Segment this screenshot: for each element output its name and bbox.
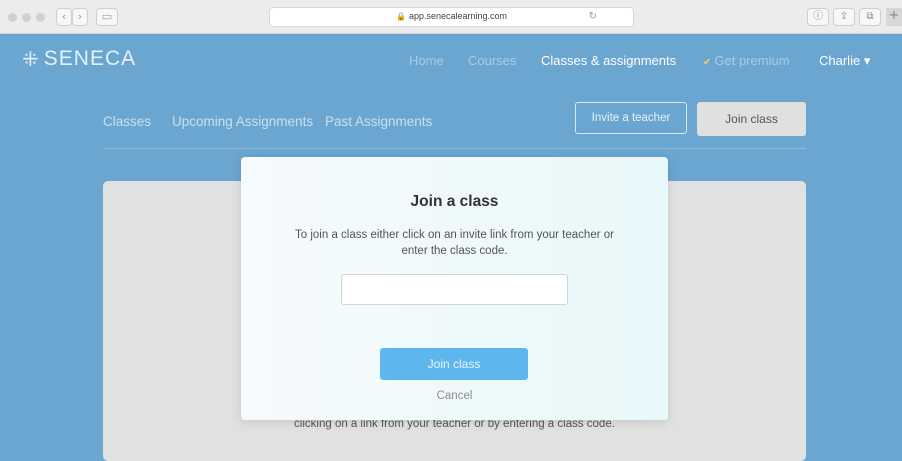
url-label: app.senecalearning.com: [408, 11, 508, 21]
seneca-logo[interactable]: ⁜ SENECA: [22, 47, 136, 72]
tabs-icon[interactable]: ⧉: [859, 8, 881, 26]
share-icon[interactable]: ⇪: [833, 8, 855, 26]
class-code-input[interactable]: [341, 274, 568, 305]
modal-join-class-button[interactable]: Join class: [380, 348, 528, 380]
zoom-window-button[interactable]: [36, 13, 45, 22]
subnav-divider: [103, 148, 806, 149]
nav-home[interactable]: Home: [409, 53, 444, 68]
modal-cancel-link[interactable]: Cancel: [241, 390, 668, 402]
modal-title: Join a class: [410, 193, 499, 210]
invite-teacher-button[interactable]: Invite a teacher: [575, 102, 687, 134]
tab-past-assignments[interactable]: Past Assignments: [325, 114, 432, 129]
logo-text: SENECA: [43, 47, 137, 70]
nav-classes-assignments[interactable]: Classes & assignments: [541, 53, 676, 68]
join-class-modal: Join a class To join a class either clic…: [241, 157, 668, 420]
info-icon[interactable]: ⓘ: [807, 8, 829, 26]
url-text: 🔒 app.senecalearning.com: [270, 11, 633, 21]
premium-icon: ✔: [703, 57, 712, 68]
browser-toolbar: ‹ › ▭ 🔒 app.senecalearning.com ↻ ⓘ ⇪ ⧉ +: [0, 0, 902, 34]
join-class-button[interactable]: Join class: [697, 102, 806, 136]
forward-icon[interactable]: ›: [72, 8, 88, 26]
seneca-logo-icon: ⁜: [22, 49, 40, 71]
reload-icon[interactable]: ↻: [589, 11, 597, 22]
back-icon[interactable]: ‹: [56, 8, 72, 26]
close-window-button[interactable]: [8, 13, 17, 22]
address-bar[interactable]: 🔒 app.senecalearning.com ↻: [269, 7, 634, 27]
modal-description: To join a class either click on an invit…: [295, 229, 614, 257]
get-premium-label: Get premium: [714, 53, 790, 68]
nav-courses[interactable]: Courses: [468, 53, 516, 68]
user-menu[interactable]: Charlie ▾: [819, 53, 870, 69]
nav-get-premium[interactable]: ✔ Get premium: [703, 53, 790, 68]
new-tab-icon[interactable]: +: [886, 8, 902, 26]
tab-classes[interactable]: Classes: [103, 114, 151, 129]
sidebar-icon[interactable]: ▭: [96, 8, 118, 26]
lock-icon: 🔒: [395, 12, 406, 21]
minimize-window-button[interactable]: [22, 13, 31, 22]
chevron-down-icon: ▾: [863, 53, 871, 68]
user-name: Charlie: [819, 53, 861, 68]
tab-upcoming-assignments[interactable]: Upcoming Assignments: [172, 114, 313, 129]
